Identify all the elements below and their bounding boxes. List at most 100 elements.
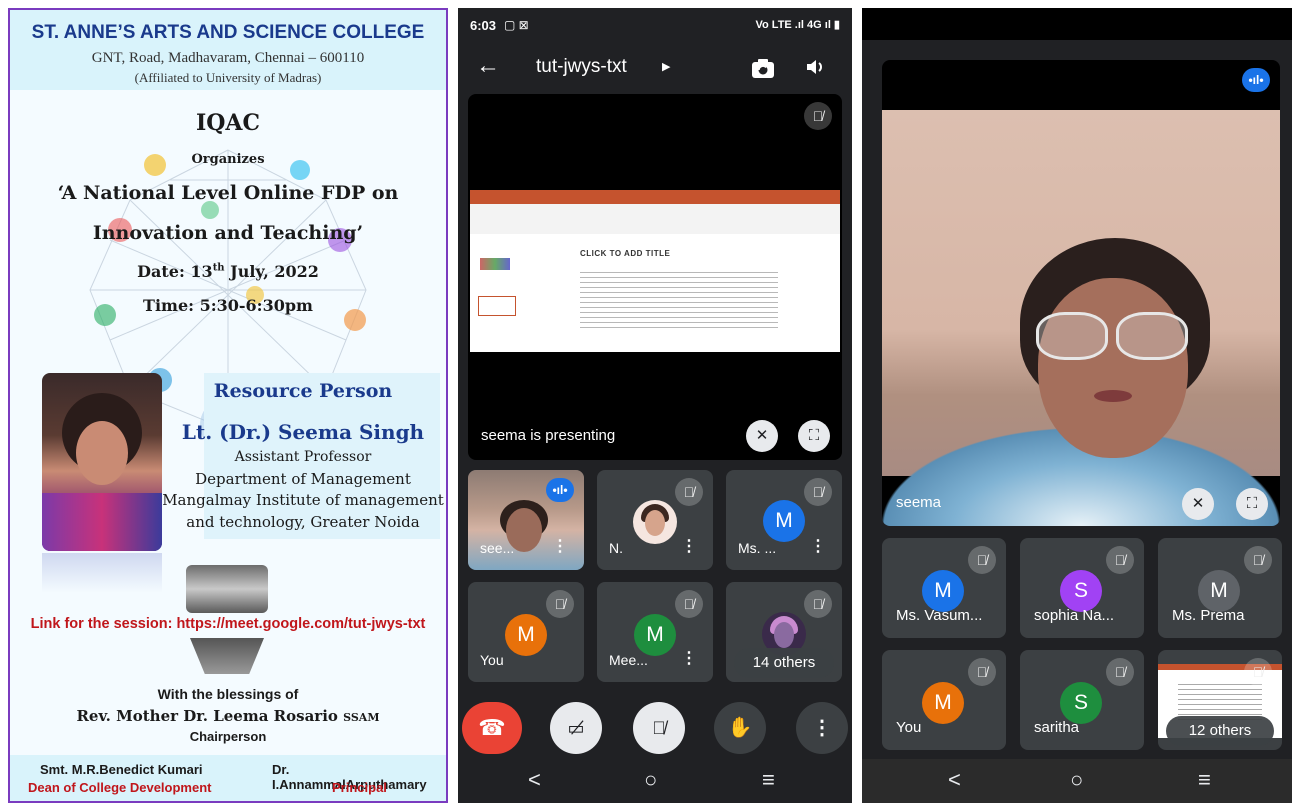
speaking-indicator-icon: •ıl• [1242, 68, 1270, 92]
speaker-glasses [1116, 312, 1188, 360]
speaker-glasses [1036, 312, 1108, 360]
participant-avatar: M [922, 570, 964, 612]
pin-off-button[interactable]: ✕ [1182, 488, 1214, 520]
meet-phone-presenting: 6:03 ▢ ⊠ Vo LTE .ıl 4G ıl ▮ ← tut-jwys-t… [458, 8, 852, 803]
status-time: 6:03 [470, 18, 497, 33]
participant-tile[interactable]: 🎙̸ M Ms. ... ⋮ [726, 470, 842, 570]
mic-off-icon: 🎙̸ [968, 658, 996, 686]
iqac-heading: IQAC [195, 110, 261, 136]
more-options-icon[interactable]: ⋮ [552, 536, 568, 556]
participant-name: Mee... [609, 652, 648, 668]
meeting-info-caret-icon[interactable]: ▶ [662, 60, 670, 73]
volume-icon[interactable] [804, 56, 826, 78]
nav-recents-icon[interactable]: ≡ [762, 767, 775, 793]
mic-off-icon: 🎙̸ [968, 546, 996, 574]
back-arrow-icon[interactable]: ← [476, 52, 500, 80]
main-speaker-video[interactable]: •ıl• seema ✕ ⛶ [882, 60, 1280, 526]
slide-body-text [580, 272, 778, 332]
participant-name: You [480, 652, 504, 668]
mic-off-icon: 🎙̸ [675, 478, 703, 506]
participant-avatar: M [1198, 570, 1240, 612]
more-options-icon[interactable]: ⋮ [681, 536, 697, 556]
camera-switch-icon[interactable] [750, 58, 776, 80]
status-bar [862, 8, 1292, 40]
meeting-code[interactable]: tut-jwys-txt [536, 56, 627, 78]
fullscreen-button[interactable]: ⛶ [1236, 488, 1268, 520]
participant-tile[interactable]: 🎙̸ M Mee... ⋮ [597, 582, 713, 682]
participant-name: Ms. ... [738, 540, 777, 556]
mic-off-icon: 🎙̸ [804, 478, 832, 506]
more-options-icon[interactable]: ⋮ [810, 536, 826, 556]
participant-tile[interactable]: 🎙̸ M You [468, 582, 584, 682]
blessings-text: With the blessings of [157, 686, 299, 702]
others-tile[interactable]: 🎙̸ 14 others [726, 582, 842, 682]
participant-name: see... [480, 540, 515, 556]
participant-photo-avatar [633, 500, 677, 544]
participant-tile[interactable]: 🎙̸ M Ms. Prema [1158, 538, 1282, 638]
mic-off-icon: 🎙̸ [675, 590, 703, 618]
camera-off-button[interactable]: ▭̸ [550, 702, 602, 754]
status-signal-icons: Vo LTE .ıl 4G ıl ▮ [755, 19, 841, 31]
slide-thumbnail-selected [478, 296, 516, 316]
resource-person-name: Lt. (Dr.) Seema Singh [181, 420, 425, 444]
resource-person-institute: Mangalmay Institute of management [162, 491, 444, 509]
mic-off-button[interactable]: 🎙̸ [633, 702, 685, 754]
slide-title: CLICK TO ADD TITLE [580, 249, 671, 258]
resource-person-heading: Resource Person [213, 380, 393, 402]
participant-avatar: S [1060, 570, 1102, 612]
resource-person-institute-line2: and technology, Greater Noida [186, 513, 420, 531]
chairperson-title: Chairperson [189, 729, 267, 744]
participant-tile[interactable]: 🎙̸ M You [882, 650, 1006, 750]
participant-tile[interactable]: •ıl• see... ⋮ [468, 470, 584, 570]
college-address: GNT, Road, Madhavaram, Chennai – 600110 [91, 50, 365, 66]
others-tile[interactable]: 🎙̸ 12 others [1158, 650, 1282, 750]
dean-name: Smt. M.R.Benedict Kumari [40, 762, 203, 777]
session-link: Link for the session: https://meet.googl… [30, 616, 426, 632]
nav-home-icon[interactable]: ○ [644, 767, 657, 793]
presentation-area[interactable]: 🎙̸ CLICK TO ADD TITLE seema is presentin… [468, 94, 842, 460]
photo-reflection [42, 553, 162, 593]
participant-avatar: S [1060, 682, 1102, 724]
participant-name: N. [609, 540, 623, 556]
event-title-line2: Innovation and Teaching’ [92, 222, 364, 244]
speaking-indicator-icon: •ıl• [546, 478, 574, 502]
mic-off-icon: 🎙̸ [1106, 658, 1134, 686]
slide-ribbon [470, 190, 840, 204]
status-notification-icons: ▢ ⊠ [504, 18, 529, 32]
nav-back-icon[interactable]: < [948, 767, 961, 793]
chairperson-name: Rev. Mother Dr. Leema Rosario SSAM [76, 707, 380, 725]
participant-tile[interactable]: 🎙̸ S sophia Na... [1020, 538, 1144, 638]
fullscreen-button[interactable]: ⛶ [798, 420, 830, 452]
participant-tile[interactable]: 🎙̸ N. ⋮ [597, 470, 713, 570]
participant-tile[interactable]: 🎙̸ M Ms. Vasum... [882, 538, 1006, 638]
nav-back-icon[interactable]: < [528, 767, 541, 793]
participant-avatar: M [763, 500, 805, 542]
event-time: Time: 5:30-6:30pm [143, 296, 313, 315]
principal-role: Principal [332, 780, 387, 795]
participant-name: Ms. Vasum... [896, 607, 983, 624]
android-nav-bar: < ○ ≡ [458, 759, 852, 803]
participant-tile[interactable]: 🎙̸ S saritha [1020, 650, 1144, 750]
event-date: Date: 13th July, 2022 [137, 262, 319, 281]
mic-off-icon: 🎙̸ [1106, 546, 1134, 574]
end-call-button[interactable]: ☎ [462, 702, 522, 754]
participant-name: saritha [1034, 719, 1080, 736]
resource-person-department: Department of Management [195, 470, 411, 488]
participant-name: sophia Na... [1034, 607, 1115, 624]
pin-off-button[interactable]: ✕ [746, 420, 778, 452]
raise-hand-button[interactable]: ✋ [714, 702, 766, 754]
nav-recents-icon[interactable]: ≡ [1198, 767, 1211, 793]
speaker-face [1038, 278, 1188, 458]
participant-avatar: M [634, 614, 676, 656]
resource-person-photo [42, 373, 162, 551]
others-count: 14 others [734, 648, 834, 678]
fdp-poster: ST. ANNE’S ARTS AND SCIENCE COLLEGE GNT,… [8, 8, 448, 803]
android-nav-bar: < ○ ≡ [862, 759, 1292, 803]
nav-home-icon[interactable]: ○ [1070, 767, 1083, 793]
more-options-button[interactable]: ⋮ [796, 702, 848, 754]
participant-avatar: M [922, 682, 964, 724]
slide-toolbar [470, 204, 840, 234]
college-affiliation: (Affiliated to University of Madras) [134, 70, 322, 85]
dean-role: Dean of College Development [28, 780, 212, 795]
more-options-icon[interactable]: ⋮ [681, 648, 697, 668]
